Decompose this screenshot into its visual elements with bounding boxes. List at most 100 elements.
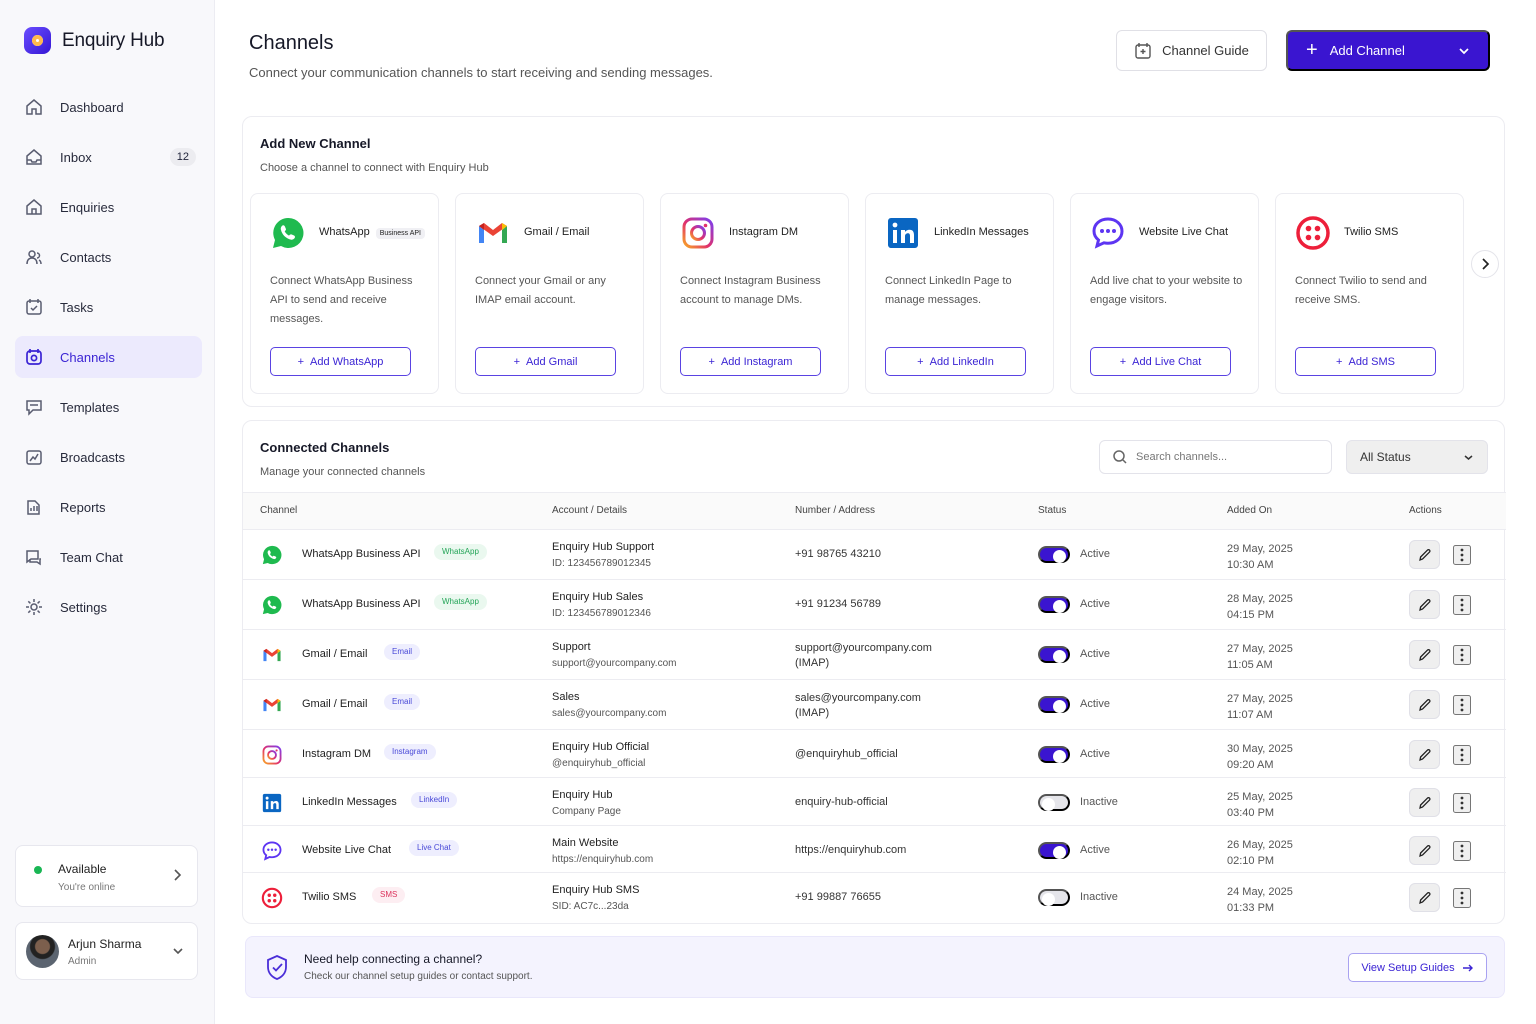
brand[interactable]: Enquiry Hub [24, 27, 165, 54]
profile-card[interactable]: Arjun Sharma Admin [15, 922, 198, 980]
edit-channel-button[interactable] [1409, 540, 1440, 569]
number-address-main: enquiry-hub-official [795, 796, 888, 808]
added-time: 10:30 AM [1227, 559, 1274, 571]
add-instagram-button[interactable]: + Add Instagram [680, 347, 821, 376]
column-added-on: Added On [1227, 505, 1273, 516]
add-gmail-button[interactable]: + Add Gmail [475, 347, 616, 376]
pencil-icon [1418, 796, 1431, 809]
account-name: Support [552, 641, 591, 653]
more-actions-button[interactable] [1453, 645, 1471, 665]
next-channels-button[interactable] [1471, 250, 1499, 278]
sidebar-item-broadcasts[interactable]: Broadcasts [15, 436, 202, 478]
add-linkedin-button[interactable]: + Add LinkedIn [885, 347, 1026, 376]
sidebar-item-enquiries[interactable]: Enquiries [15, 186, 202, 228]
more-actions-button[interactable] [1453, 695, 1471, 715]
more-actions-button[interactable] [1453, 545, 1471, 565]
table-row: Gmail / Email Email Sales sales@yourcomp… [243, 680, 1506, 730]
add-channel-card-label: Add Instagram [720, 355, 793, 368]
more-actions-button[interactable] [1453, 793, 1471, 813]
number-address-main: +91 91234 56789 [795, 598, 881, 610]
added-date: 25 May, 2025 [1227, 791, 1293, 803]
more-actions-button[interactable] [1453, 841, 1471, 861]
toggle-knob [1053, 600, 1066, 613]
channel-status: Active [1080, 698, 1110, 710]
channel-status-toggle[interactable] [1038, 696, 1070, 713]
add-whatsapp-button[interactable]: + Add WhatsApp [270, 347, 411, 376]
add-channel-card-label: Add Gmail [526, 355, 578, 368]
sidebar-item-inbox[interactable]: Inbox 12 [15, 136, 202, 178]
pencil-icon [1418, 891, 1431, 904]
sidebar-item-channels[interactable]: Channels [15, 336, 202, 378]
channel-card-gmail-email: Gmail / Email Connect your Gmail or any … [455, 193, 644, 394]
channel-status-toggle[interactable] [1038, 842, 1070, 859]
chevron-down-icon [1464, 454, 1473, 460]
gmail-icon [261, 694, 283, 716]
account-name: Enquiry Hub Support [552, 541, 655, 553]
column-number: Number / Address [795, 505, 876, 516]
chevron-down-icon[interactable] [1458, 46, 1470, 56]
channel-guide-button[interactable]: Channel Guide [1116, 30, 1267, 71]
channel-type-tag: Instagram [384, 744, 436, 760]
channel-card-description: Connect WhatsApp Business API to send an… [270, 275, 413, 325]
channel-card-title: LinkedIn Messages [934, 226, 1029, 238]
availability-subtitle: You're online [58, 882, 116, 893]
status-filter[interactable]: All Status [1346, 440, 1488, 474]
channels-icon [25, 348, 43, 366]
broadcasts-icon [25, 448, 43, 466]
channel-status-toggle[interactable] [1038, 794, 1070, 811]
channel-status-toggle[interactable] [1038, 596, 1070, 613]
channel-status-toggle[interactable] [1038, 746, 1070, 763]
view-setup-guides-button[interactable]: View Setup Guides [1348, 953, 1487, 982]
sidebar-item-dashboard[interactable]: Dashboard [15, 86, 202, 128]
sidebar-item-settings[interactable]: Settings [15, 586, 202, 628]
channel-card-website-live-chat: Website Live Chat Add live chat to your … [1070, 193, 1259, 394]
plus-icon: + [917, 355, 924, 368]
availability-title: Available [58, 862, 107, 876]
edit-channel-button[interactable] [1409, 883, 1440, 912]
sidebar-item-contacts[interactable]: Contacts [15, 236, 202, 278]
channel-status: Inactive [1080, 796, 1118, 808]
channel-status-toggle[interactable] [1038, 646, 1070, 663]
add-channel-button[interactable]: + Add Channel [1286, 30, 1490, 71]
edit-channel-button[interactable] [1409, 788, 1440, 817]
channel-card-name: Website Live Chat [1139, 226, 1229, 238]
channel-status-toggle[interactable] [1038, 889, 1070, 906]
linkedin-icon [261, 792, 283, 814]
added-time: 04:15 PM [1227, 609, 1275, 621]
view-setup-guides-label: View Setup Guides [1361, 961, 1455, 974]
edit-channel-button[interactable] [1409, 836, 1440, 865]
more-actions-button[interactable] [1453, 595, 1471, 615]
account-details: Company Page [552, 806, 621, 817]
connected-channels-subtitle: Manage your connected channels [260, 466, 426, 478]
search-channels[interactable]: Search channels... [1099, 440, 1332, 474]
table-row: Gmail / Email Email Support support@your… [243, 630, 1506, 680]
edit-channel-button[interactable] [1409, 590, 1440, 619]
edit-channel-button[interactable] [1409, 690, 1440, 719]
sidebar-item-reports[interactable]: Reports [15, 486, 202, 528]
search-placeholder: Search channels... [1136, 451, 1228, 463]
add-sms-button[interactable]: + Add SMS [1295, 347, 1436, 376]
channel-status: Active [1080, 844, 1110, 856]
availability-card[interactable]: Available You're online [15, 845, 198, 907]
channel-card-name: LinkedIn Messages [934, 226, 1029, 238]
sidebar-item-tasks[interactable]: Tasks [15, 286, 202, 328]
chevron-right-icon [174, 869, 182, 881]
live-chat-icon [1090, 215, 1126, 251]
add-live-chat-button[interactable]: + Add Live Chat [1090, 347, 1231, 376]
more-actions-button[interactable] [1453, 745, 1471, 765]
sidebar-item-label: Inbox [60, 149, 92, 165]
vertical-dots-icon [1460, 844, 1464, 858]
account-details: SID: AC7c...23da [552, 901, 629, 912]
inbox-count-badge: 12 [169, 148, 196, 166]
more-actions-button[interactable] [1453, 888, 1471, 908]
toggle-knob [1042, 798, 1055, 811]
toggle-knob [1053, 750, 1066, 763]
sidebar-item-team-chat[interactable]: Team Chat [15, 536, 202, 578]
sidebar-item-label: Settings [60, 599, 107, 615]
sidebar-item-label: Team Chat [60, 549, 123, 565]
sidebar-item-templates[interactable]: Templates [15, 386, 202, 428]
channel-status: Active [1080, 748, 1110, 760]
edit-channel-button[interactable] [1409, 640, 1440, 669]
edit-channel-button[interactable] [1409, 740, 1440, 769]
channel-status-toggle[interactable] [1038, 546, 1070, 563]
